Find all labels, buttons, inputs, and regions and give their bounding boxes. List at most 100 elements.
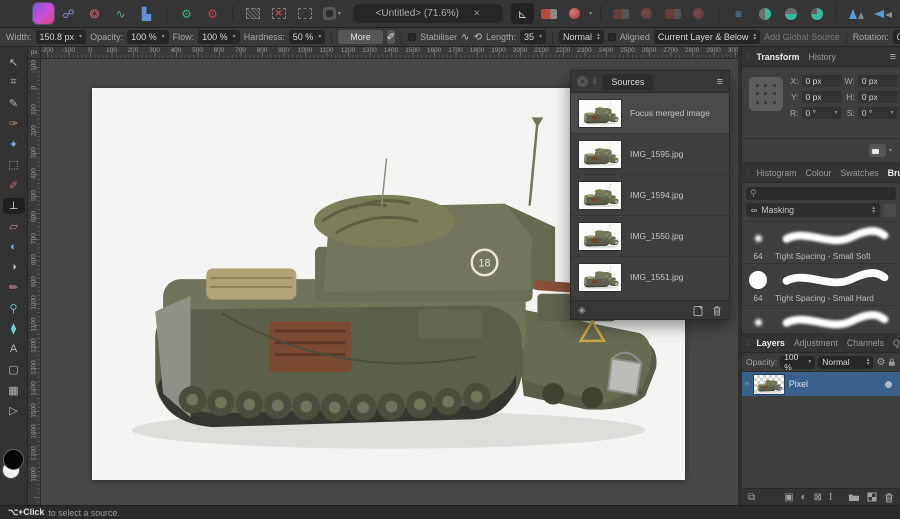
colour-format-button[interactable] [537, 3, 560, 24]
sources-panel-header[interactable]: ✕ ‖ Sources ≡ [571, 71, 729, 93]
document-close-icon[interactable]: ✕ [473, 8, 481, 19]
tab-layers[interactable]: Layers [752, 336, 788, 350]
panel-drag-handle[interactable]: ‖ [593, 77, 597, 86]
boolean-subtract-button[interactable] [779, 3, 802, 24]
blend-mode-select[interactable]: Normal ▴ ▾ [559, 30, 604, 44]
tab-history[interactable]: History [804, 50, 839, 64]
sources-tab[interactable]: Sources [602, 73, 654, 90]
brush-editor-icon[interactable]: ✐ [386, 30, 396, 44]
stabiliser-checkbox[interactable] [408, 33, 417, 41]
blur-tool[interactable]: ⧫ [3, 321, 25, 337]
document-tab[interactable]: <Untitled> (71.6%) ✕ [354, 4, 503, 23]
delete-source-icon[interactable] [712, 305, 722, 316]
develop-settings-icon[interactable]: ⚙ [201, 3, 224, 24]
new-source-icon[interactable] [693, 305, 704, 316]
flip-horizontal-button[interactable] [845, 3, 868, 24]
hardness-field[interactable]: 50 % ▾ [288, 30, 326, 44]
mesh-warp-tool[interactable]: ▦ [3, 382, 25, 398]
tone-mapping-persona-icon[interactable]: ∿ [109, 3, 132, 24]
invert-selection-button[interactable] [293, 3, 316, 24]
window-stabiliser-icon[interactable]: ⟲ [474, 30, 482, 44]
foreground-colour-swatch[interactable] [2, 449, 24, 470]
more-button[interactable]: More [338, 30, 383, 44]
export-persona-icon[interactable]: ▙ [135, 3, 158, 24]
source-item[interactable]: IMG_1595.jpg [571, 134, 729, 175]
burn-brush-tool[interactable]: ◑ [3, 259, 25, 275]
brush-item[interactable] [742, 305, 900, 333]
node-tool[interactable]: ▷ [3, 403, 25, 419]
brush-category-select[interactable]: ∞ Masking ▴ ▾ [746, 203, 880, 217]
new-pixel-layer-icon[interactable] [867, 492, 877, 502]
brush-item[interactable]: 64 Tight Spacing - Small Soft [742, 221, 900, 263]
layer-blend-mode-select[interactable]: Normal ▴ ▾ [818, 355, 874, 369]
colour-selector[interactable] [1, 449, 26, 479]
tab-colour[interactable]: Colour [802, 166, 836, 180]
flood-select-tool[interactable]: ✦ [3, 136, 25, 152]
flow-field[interactable]: 100 % ▾ [198, 30, 240, 44]
h-field[interactable]: 0 px [857, 91, 898, 103]
duplicate-layer-icon[interactable]: ⧉ [748, 492, 755, 503]
source-item[interactable]: IMG_1551.jpg [571, 257, 729, 298]
marquee-select-tool[interactable]: ⬚ [3, 157, 25, 173]
ruler-vertical[interactable]: -100 0 100 200 300 400 500 600 700 800 900 1000 1100… [28, 59, 41, 505]
develop-persona-icon[interactable]: ❂ [83, 3, 106, 24]
show-source-overlay-icon[interactable]: ◈ [578, 305, 586, 316]
source-item[interactable]: IMG_1550.jpg [571, 216, 729, 257]
lock-icon[interactable] [888, 357, 896, 367]
chevron-down-icon[interactable]: ▾ [889, 148, 892, 154]
opacity-field[interactable]: 100 % ▾ [127, 30, 169, 44]
colour-replacement-brush-tool[interactable]: ✑ [3, 116, 25, 132]
live-filter-icon[interactable]: ⊠ [814, 492, 822, 503]
shape-tool[interactable]: ▢ [3, 362, 25, 378]
alignment-button[interactable]: ≡ [727, 3, 750, 24]
layer-effects-icon[interactable]: I [829, 492, 832, 503]
flip-vertical-button[interactable] [871, 3, 894, 24]
erase-brush-tool[interactable]: ▱ [3, 218, 25, 234]
gear-icon[interactable]: ⚙ [876, 357, 885, 368]
move-tool[interactable]: ↖ [3, 54, 25, 70]
source-item[interactable]: Focus merged image [571, 93, 729, 134]
y-field[interactable]: 0 px [801, 91, 842, 103]
rope-stabiliser-icon[interactable]: ∿ [461, 30, 469, 44]
x-field[interactable]: 0 px [801, 75, 842, 87]
mask-layer-icon[interactable]: ▣ [784, 492, 793, 503]
anchor-point-selector[interactable] [749, 77, 783, 111]
layer-visibility-toggle[interactable] [885, 380, 892, 388]
rotation-field[interactable]: 0 °▾ [801, 107, 842, 119]
layer-thumbnail[interactable] [753, 374, 784, 394]
source-target-select[interactable]: Current Layer & Below ▴ ▾ [653, 30, 761, 44]
tab-quick-fx[interactable]: Quick FX [889, 336, 900, 350]
blemish-removal-tool[interactable]: ⚲ [3, 300, 25, 316]
chevron-down-icon[interactable]: ▾ [589, 11, 592, 17]
tab-channels[interactable]: Channels [843, 336, 888, 350]
boolean-add-button[interactable] [753, 3, 776, 24]
shear-field[interactable]: 0 ° ▾ [857, 107, 898, 119]
width-field[interactable]: 150.8 px ▾ [35, 30, 87, 44]
panel-drag-handle[interactable]: ⁞⁞ [746, 168, 750, 177]
tab-histogram[interactable]: Histogram [752, 166, 800, 180]
photo-persona-icon[interactable] [33, 3, 54, 24]
selection-brush-tool[interactable]: ✎ [3, 95, 25, 111]
transform-origin-button[interactable] [868, 144, 886, 157]
tab-transform[interactable]: Transform [752, 50, 803, 64]
length-field[interactable]: 35 ▾ [519, 30, 547, 44]
boolean-intersect-button[interactable] [805, 3, 828, 24]
preview-mode-button[interactable] [563, 3, 586, 24]
tab-adjustment[interactable]: Adjustment [790, 336, 842, 350]
layer-opacity-field[interactable]: 100 % ▾ [780, 352, 816, 372]
text-tool[interactable]: A [3, 341, 25, 357]
panel-drag-handle[interactable]: ⁞⁞ [746, 338, 750, 347]
layer-row[interactable]: ≋ Pixel [742, 372, 900, 396]
adjustment-layer-icon[interactable]: ◐ [801, 492, 807, 503]
layers-list-empty-area[interactable] [742, 396, 900, 488]
assistant-button[interactable]: ▾ [323, 7, 341, 20]
rotation-field[interactable]: 0 °▾ [892, 30, 900, 44]
ruler-horizontal[interactable]: -200 -100 0 100 200 300 400 500 600 700 800 900 1000… [41, 47, 738, 59]
auto-settings-icon[interactable]: ⚙ [175, 3, 198, 24]
source-item[interactable]: IMG_1594.jpg [571, 175, 729, 216]
liquify-persona-icon[interactable]: ☍ [57, 3, 80, 24]
aligned-checkbox[interactable] [607, 33, 616, 41]
deselect-button[interactable]: ✕ [267, 3, 290, 24]
tab-brushes[interactable]: Brushes [884, 166, 900, 180]
layer-name[interactable]: Pixel [789, 379, 808, 389]
